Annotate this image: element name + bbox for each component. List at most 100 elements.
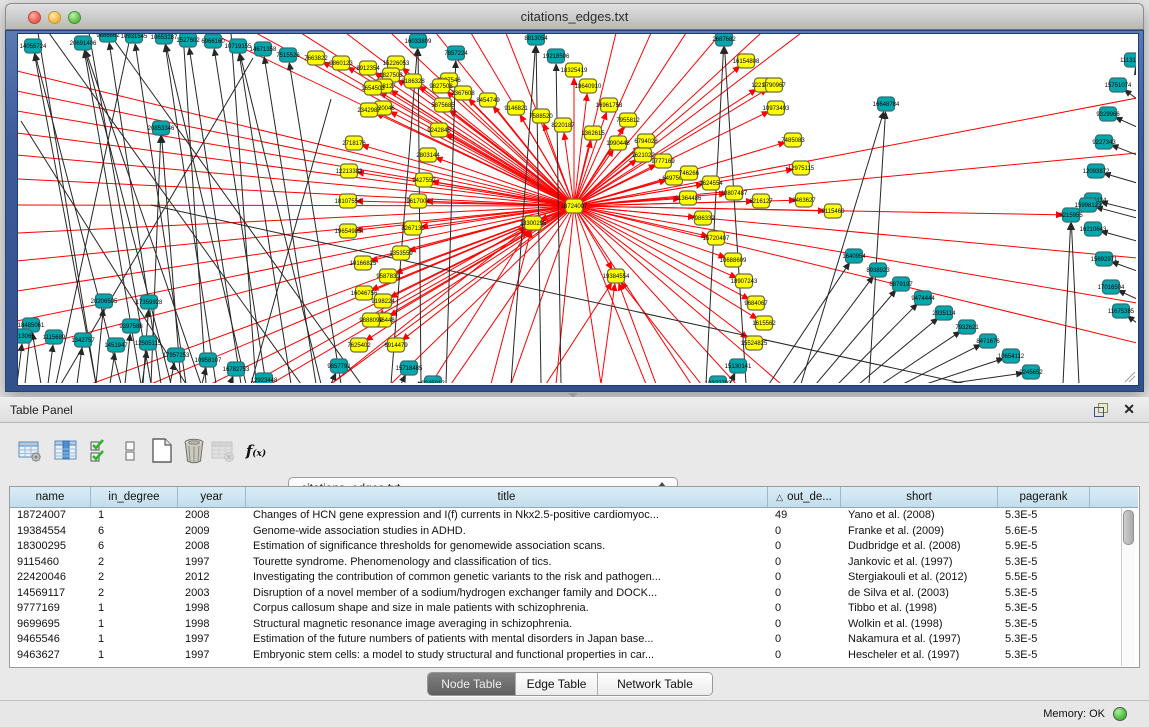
delete-table-icon[interactable] <box>180 435 208 467</box>
table-cell[interactable]: 0 <box>768 648 841 664</box>
graph-node[interactable]: 10322793 <box>705 376 732 383</box>
graph-node[interactable]: 11675385 <box>1108 304 1135 318</box>
graph-node[interactable]: 1451947 <box>104 338 128 352</box>
graph-node[interactable]: 1342757 <box>71 333 95 347</box>
network-window-titlebar[interactable]: citations_edges.txt <box>5 3 1144 30</box>
graph-node[interactable]: 10654112 <box>998 349 1025 363</box>
column-header-short[interactable]: short <box>841 487 998 507</box>
graph-node[interactable]: 2935114 <box>933 306 957 320</box>
float-panel-icon[interactable] <box>1094 403 1107 416</box>
graph-node[interactable]: 1990448 <box>606 136 630 150</box>
table-cell[interactable]: 14569117 <box>10 586 91 602</box>
table-cell[interactable]: 2012 <box>178 570 246 586</box>
table-settings-icon[interactable] <box>16 435 44 467</box>
table-cell[interactable]: Estimation of significance thresholds fo… <box>246 539 768 555</box>
graph-node[interactable]: 1615562 <box>752 316 776 330</box>
graph-node[interactable]: 9463627 <box>792 193 816 207</box>
table-cell[interactable]: 9777169 <box>10 601 91 617</box>
table-row[interactable]: 1938455462009Genome-wide association stu… <box>10 524 1090 540</box>
graph-node[interactable]: 18907243 <box>731 274 758 288</box>
graph-node[interactable]: 9777169 <box>651 154 675 168</box>
table-cell[interactable]: 2008 <box>178 539 246 555</box>
graph-node[interactable]: 8912354 <box>356 61 380 75</box>
table-cell[interactable]: 0 <box>768 601 841 617</box>
graph-node[interactable]: 10958107 <box>195 353 222 367</box>
graph-node[interactable]: 6966160 <box>201 34 225 48</box>
scrollbar-thumb[interactable] <box>1123 510 1134 545</box>
graph-node[interactable]: 6794028 <box>634 134 658 148</box>
network-canvas[interactable]: 1522605318275034338127232004681863289807… <box>17 33 1139 386</box>
table-cell[interactable]: 5.3E-5 <box>998 617 1090 633</box>
table-cell[interactable]: Structural magnetic resonance image aver… <box>246 617 768 633</box>
close-panel-icon[interactable]: ✕ <box>1123 401 1135 418</box>
graph-node[interactable]: 18640910 <box>575 79 602 93</box>
table-cell[interactable]: 2 <box>91 555 178 571</box>
table-cell[interactable]: Jankovic et al. (1997) <box>841 555 998 571</box>
table-cell[interactable]: 9465546 <box>10 632 91 648</box>
table-cell[interactable]: 1998 <box>178 617 246 633</box>
table-cell[interactable]: Dudbridge et al. (2008) <box>841 539 998 555</box>
graph-node[interactable]: 8471676 <box>976 334 1000 348</box>
graph-node[interactable]: 12093872 <box>1083 164 1110 178</box>
graph-node[interactable]: 7986332 <box>691 211 715 225</box>
graph-node[interactable]: 14055724 <box>20 39 47 53</box>
graph-node[interactable]: 1527602 <box>176 34 200 47</box>
table-cell[interactable]: 2008 <box>178 508 246 524</box>
column-header-in_degree[interactable]: in_degree <box>91 487 178 507</box>
graph-node[interactable]: 17957253 <box>163 348 190 362</box>
table-cell[interactable]: 5.3E-5 <box>998 648 1090 664</box>
table-cell[interactable]: 49 <box>768 508 841 524</box>
table-cell[interactable]: 9699695 <box>10 617 91 633</box>
graph-node[interactable]: 17359928 <box>136 295 163 309</box>
graph-node[interactable]: 8938923 <box>866 263 890 277</box>
graph-node[interactable]: 7588520 <box>529 109 553 123</box>
table-cell[interactable]: 1997 <box>178 648 246 664</box>
graph-node[interactable]: 7625402 <box>347 338 371 352</box>
graph-node[interactable]: 9790967 <box>762 78 786 92</box>
table-cell[interactable]: 1998 <box>178 601 246 617</box>
new-table-icon[interactable] <box>148 435 176 467</box>
graph-node[interactable]: 2342987 <box>357 103 381 117</box>
table-cell[interactable]: Tibbo et al. (1998) <box>841 601 998 617</box>
function-builder-icon[interactable]: f(x) <box>242 435 270 467</box>
graph-node[interactable]: 1353559 <box>389 246 413 260</box>
graph-node[interactable]: 8220187 <box>551 118 575 132</box>
graph-node[interactable]: 8454749 <box>476 93 500 107</box>
graph-node[interactable]: 9888099 <box>359 313 383 327</box>
table-cell[interactable]: Genome-wide association studies in ADHD. <box>246 524 768 540</box>
graph-node[interactable]: 1115689 <box>43 330 66 344</box>
graph-node[interactable]: 9242848 <box>427 123 451 137</box>
graph-node[interactable]: 8813054 <box>524 34 548 45</box>
column-header-year[interactable]: year <box>178 487 246 507</box>
column-header-name[interactable]: name <box>10 487 91 507</box>
graph-node[interactable]: 9857791 <box>327 359 351 373</box>
table-cell[interactable]: Investigating the contribution of common… <box>246 570 768 586</box>
graph-node[interactable]: 12975115 <box>788 161 815 175</box>
table-cell[interactable]: 1 <box>91 648 178 664</box>
table-cell[interactable]: Corpus callosum shape and size in male p… <box>246 601 768 617</box>
graph-node[interactable]: 16648784 <box>873 97 900 111</box>
select-rows-icon[interactable] <box>86 435 114 467</box>
graph-node[interactable]: 9427552 <box>412 173 436 187</box>
tab-network-table[interactable]: Network Table <box>598 673 712 695</box>
graph-node[interactable]: 9329966 <box>1096 107 1120 121</box>
graph-node[interactable]: 7485083 <box>781 133 805 147</box>
graph-node[interactable]: 9684067 <box>744 296 768 310</box>
graph-node[interactable]: 16782753 <box>223 362 250 376</box>
graph-node[interactable]: 15718485 <box>396 361 423 375</box>
table-cell[interactable]: 5.3E-5 <box>998 508 1090 524</box>
table-cell[interactable]: 6 <box>91 539 178 555</box>
graph-node[interactable]: 5875685 <box>431 98 455 112</box>
table-cell[interactable]: 0 <box>768 586 841 602</box>
table-cell[interactable]: Stergiakouli et al. (2012) <box>841 570 998 586</box>
table-row[interactable]: 946554611997Estimation of the future num… <box>10 632 1090 648</box>
graph-node[interactable]: 19654985 <box>335 224 362 238</box>
tab-edge-table[interactable]: Edge Table <box>516 673 598 695</box>
table-cell[interactable]: 6 <box>91 524 178 540</box>
table-cell[interactable]: 9115460 <box>10 555 91 571</box>
table-row[interactable]: 911546021997Tourette syndrome. Phenomeno… <box>10 555 1090 571</box>
table-cell[interactable]: 0 <box>768 524 841 540</box>
graph-node[interactable]: 9587831 <box>376 269 400 283</box>
graph-node[interactable]: 19218506 <box>543 49 570 63</box>
table-cell[interactable]: 0 <box>768 570 841 586</box>
